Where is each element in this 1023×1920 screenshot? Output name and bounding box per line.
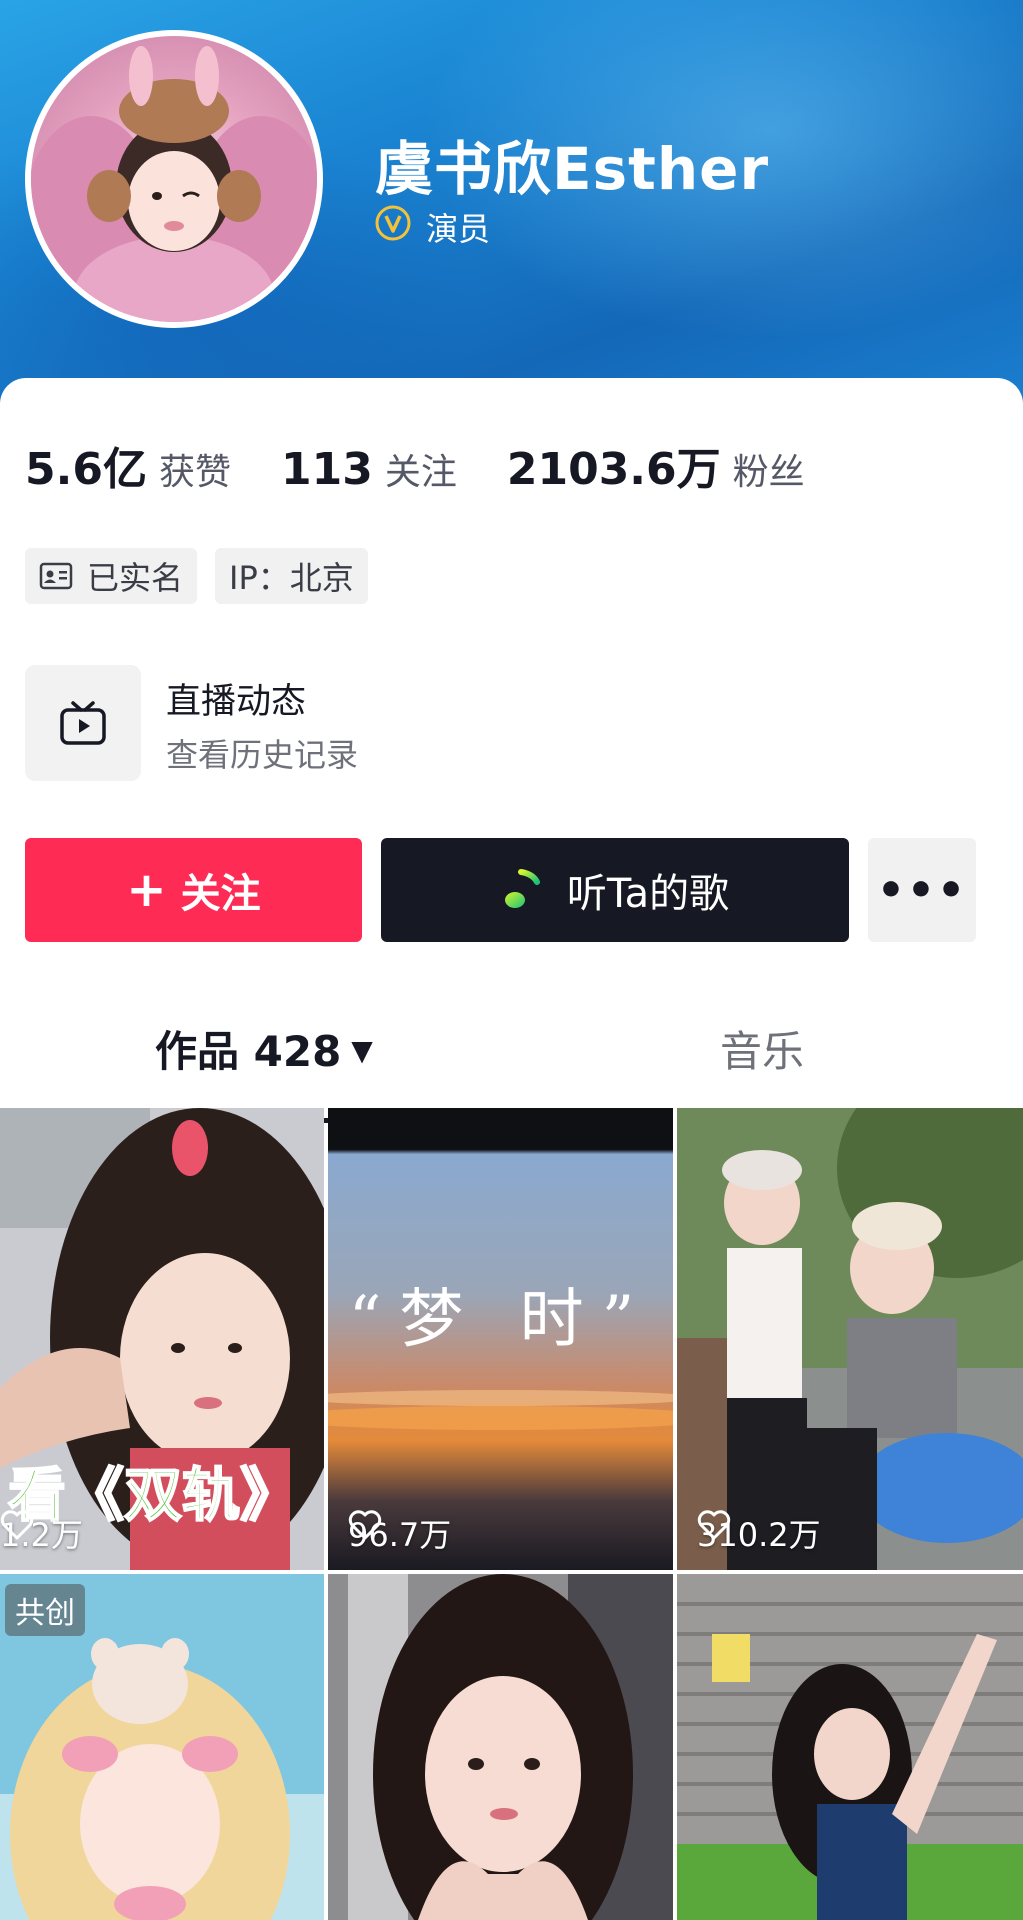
video-tile[interactable]: 看《双轨》 1.2万 bbox=[0, 1108, 324, 1570]
tab-works-label: 作品 428 bbox=[155, 1027, 342, 1076]
stat-following-value[interactable]: 113 bbox=[281, 444, 373, 495]
stat-following-label[interactable]: 关注 bbox=[385, 443, 457, 495]
like-count: 1.2万 bbox=[0, 1510, 83, 1556]
more-options-button[interactable]: ••• bbox=[868, 838, 976, 942]
cocreate-badge: 共创 bbox=[5, 1584, 85, 1636]
live-subtitle[interactable]: 查看历史记录 bbox=[166, 730, 358, 776]
profile-role: 演员 bbox=[426, 210, 491, 248]
video-tile[interactable] bbox=[677, 1574, 1023, 1920]
video-thumbnail bbox=[328, 1574, 673, 1920]
verified-v-icon bbox=[375, 205, 411, 241]
like-count: 310.2万 bbox=[697, 1510, 821, 1556]
live-history-button[interactable] bbox=[25, 665, 141, 781]
ellipsis-icon: ••• bbox=[876, 864, 968, 916]
follow-button[interactable]: + 关注 bbox=[25, 838, 362, 942]
stat-fans-label[interactable]: 粉丝 bbox=[733, 443, 805, 495]
tab-music-label: 音乐 bbox=[720, 1027, 805, 1076]
video-tile[interactable]: 共创 bbox=[0, 1574, 324, 1920]
video-tile[interactable]: 310.2万 bbox=[677, 1108, 1023, 1570]
verified-tag[interactable]: 已实名 bbox=[25, 548, 198, 604]
ip-tag: IP：北京 bbox=[215, 548, 368, 604]
video-thumbnail bbox=[677, 1108, 1023, 1570]
plus-icon: + bbox=[126, 862, 167, 918]
tab-works[interactable]: 作品 428 ▼ bbox=[155, 1018, 373, 1079]
stat-likes-value: 5.6亿 bbox=[25, 444, 147, 495]
profile-header: 虞书欣Esther 演员 bbox=[0, 0, 1023, 420]
listen-songs-button[interactable]: 听Ta的歌 bbox=[381, 838, 849, 942]
avatar-image bbox=[31, 46, 317, 322]
ip-tag-label: IP：北京 bbox=[229, 559, 354, 597]
follow-button-label: 关注 bbox=[180, 871, 261, 917]
stat-likes-label: 获赞 bbox=[158, 452, 231, 493]
tv-play-icon bbox=[60, 701, 106, 745]
heart-icon bbox=[0, 1510, 34, 1540]
tab-music[interactable]: 音乐 bbox=[720, 1018, 804, 1079]
music-note-icon bbox=[504, 869, 540, 908]
stat-fans-value[interactable]: 2103.6万 bbox=[507, 433, 721, 497]
heart-icon bbox=[697, 1510, 731, 1540]
listen-songs-label: 听Ta的歌 bbox=[566, 871, 730, 917]
video-overlay-text: “梦 时” bbox=[348, 1283, 653, 1357]
verified-tag-label: 已实名 bbox=[87, 559, 184, 597]
video-tile[interactable]: “梦 时” 96.7万 bbox=[328, 1108, 673, 1570]
video-thumbnail bbox=[677, 1574, 1023, 1920]
video-grid: 看《双轨》 1.2万 “梦 时” 96.7万 310.2万 共创 bbox=[0, 1108, 1023, 1920]
id-card-icon bbox=[39, 562, 73, 590]
content-tabs: 作品 428 ▼ 音乐 bbox=[0, 1018, 1023, 1123]
like-count: 96.7万 bbox=[348, 1510, 451, 1556]
live-title[interactable]: 直播动态 bbox=[166, 673, 306, 724]
stats-row: 5.6亿 获赞 113 关注 2103.6万 粉丝 bbox=[25, 433, 855, 497]
tag-row: 已实名 IP：北京 bbox=[25, 548, 368, 604]
avatar[interactable] bbox=[25, 30, 323, 328]
heart-icon bbox=[348, 1510, 382, 1540]
caret-down-icon: ▼ bbox=[351, 1034, 373, 1067]
profile-name: 虞书欣Esther bbox=[375, 135, 770, 203]
video-tile[interactable] bbox=[328, 1574, 673, 1920]
